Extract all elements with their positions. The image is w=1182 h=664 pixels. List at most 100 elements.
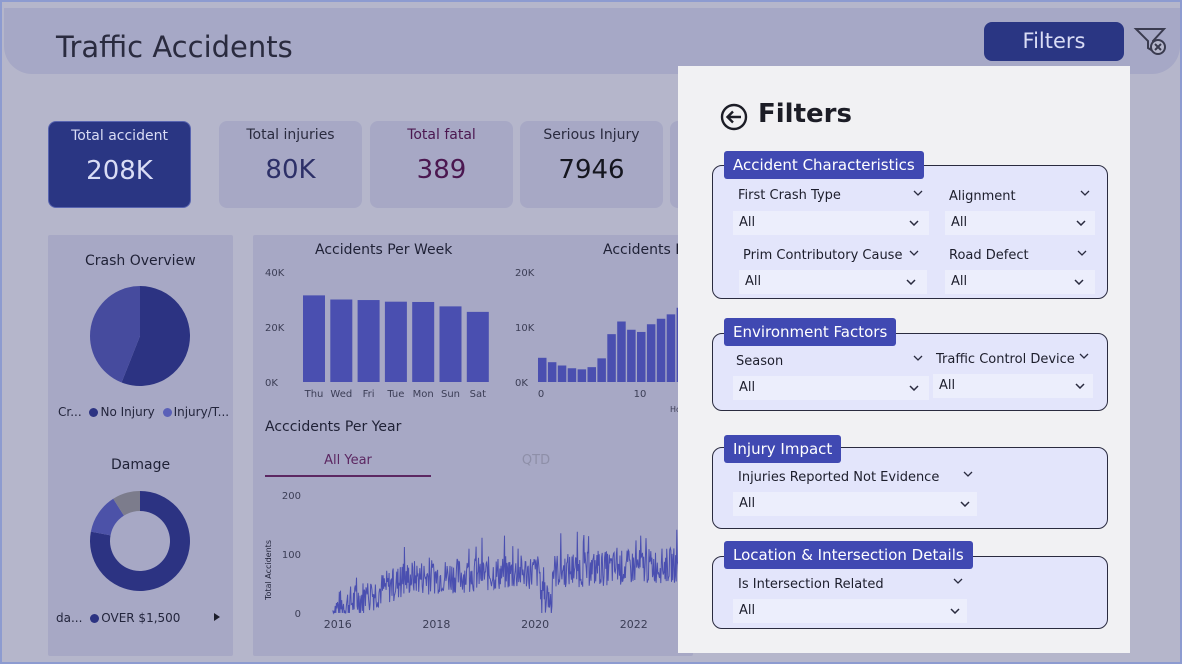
bar <box>384 301 407 382</box>
x-tick-label: 10 <box>634 389 647 400</box>
kpi-value: 80K <box>265 155 316 185</box>
y-tick-label: 0K <box>265 378 278 389</box>
bar <box>656 318 666 382</box>
y-axis-label: Total Accidents <box>264 540 273 601</box>
kpi-value: 208K <box>86 156 153 186</box>
x-tick-label: 2018 <box>422 618 450 631</box>
group-title-environment-factors: Environment Factors <box>724 318 897 346</box>
chevron-down-icon[interactable] <box>913 190 923 196</box>
accidents-per-year-title: Acccidents Per Year <box>265 419 402 435</box>
slicer-label-road-defect: Road Defect <box>949 248 1029 263</box>
chevron-down-icon[interactable] <box>963 471 973 477</box>
damage-donut[interactable] <box>89 490 191 592</box>
legend-item-injury[interactable]: Injury/T... <box>174 405 230 419</box>
clear-filter-icon[interactable] <box>1133 26 1169 58</box>
chevron-down-icon[interactable] <box>909 385 919 391</box>
crash-overview-pie[interactable] <box>89 285 191 387</box>
chevron-down-icon[interactable] <box>1080 190 1090 196</box>
group-accident-characteristics: First Crash Type All Alignment All Prim … <box>712 165 1108 299</box>
kpi-title: Serious Injury <box>543 127 640 143</box>
chevron-down-icon[interactable] <box>1076 220 1086 226</box>
tab-all-year-label: All Year <box>324 453 372 468</box>
accidents-per-hour-title: Accidents F <box>603 242 684 258</box>
chevron-down-icon[interactable] <box>906 279 916 285</box>
kpi-card-total-fatal[interactable]: Total fatal 389 <box>370 121 513 208</box>
kpi-value: 389 <box>416 155 467 185</box>
legend-item-no-injury[interactable]: No Injury <box>100 405 154 419</box>
filters-button[interactable]: Filters <box>984 22 1124 61</box>
slicer-is-intersection-related[interactable]: All <box>733 599 967 623</box>
legend-prefix: da... <box>56 611 83 625</box>
chevron-down-icon[interactable] <box>1074 279 1084 285</box>
filters-panel-title: Filters <box>758 99 852 129</box>
y-tick-label: 100 <box>282 550 301 561</box>
x-tick-label: Mon <box>413 389 434 400</box>
bar <box>637 331 646 382</box>
bar <box>330 299 353 382</box>
kpi-card-serious-injury[interactable]: Serious Injury 7946 <box>520 121 663 208</box>
bar <box>466 311 489 382</box>
legend-next-icon[interactable] <box>213 612 221 622</box>
y-tick-label: 20K <box>265 323 285 334</box>
slicer-alignment[interactable]: All <box>945 211 1095 235</box>
group-title-injury-impact: Injury Impact <box>724 435 842 463</box>
chevron-down-icon[interactable] <box>960 501 970 507</box>
crash-overview-legend: Cr... No Injury Injury/T... <box>58 405 229 419</box>
legend-prefix: Cr... <box>58 405 82 419</box>
accidents-per-week-title: Accidents Per Week <box>315 242 453 258</box>
y-tick-label: 200 <box>282 491 301 502</box>
bar <box>577 369 587 382</box>
x-tick-label: 2022 <box>620 618 648 631</box>
legend-item-over-1500[interactable]: OVER $1,500 <box>101 611 180 625</box>
left-panel: Crash Overview Cr... No Injury Injury/T.… <box>48 235 233 656</box>
middle-panel: Accidents Per Week Accidents F 0K 20K 40K T… <box>253 235 693 656</box>
slicer-injuries-reported[interactable]: All <box>733 492 977 516</box>
accidents-per-week-chart[interactable]: 0K 20K 40K Thu Wed Fri Tue Mon Sun Sat <box>253 260 498 405</box>
crash-overview-title: Crash Overview <box>85 253 196 269</box>
chevron-down-icon[interactable] <box>909 250 919 256</box>
chevron-down-icon[interactable] <box>1075 383 1085 389</box>
kpi-card-total-injuries[interactable]: Total injuries 80K <box>219 121 362 208</box>
filters-panel: Filters First Crash Type All Alignment A… <box>678 66 1130 653</box>
bar <box>557 365 567 382</box>
chevron-down-icon[interactable] <box>953 578 963 584</box>
accidents-per-hour-chart[interactable]: 0K10K20K0 10Ho <box>503 260 693 420</box>
bar <box>607 334 616 382</box>
bar <box>439 306 462 382</box>
tab-qtd-label: QTD <box>521 453 551 468</box>
y-tick-label: 0K <box>515 378 528 389</box>
series-line <box>332 528 693 615</box>
chevron-down-icon[interactable] <box>1079 353 1089 359</box>
bar <box>646 324 656 382</box>
bar <box>538 357 547 382</box>
x-tick-label: Sun <box>441 389 460 400</box>
chevron-down-icon[interactable] <box>1077 250 1087 256</box>
kpi-card-total-accident[interactable]: Total accident 208K <box>48 121 191 208</box>
back-arrow-icon[interactable] <box>720 103 748 131</box>
slicer-label-alignment: Alignment <box>949 189 1016 204</box>
slicer-prim-contributory-cause[interactable]: All <box>739 270 927 294</box>
kpi-title: Total accident <box>71 128 168 144</box>
bar <box>597 358 606 382</box>
chevron-down-icon[interactable] <box>909 220 919 226</box>
bar <box>547 362 557 382</box>
legend-swatch <box>162 408 172 417</box>
group-title-accident-characteristics: Accident Characteristics <box>724 151 924 179</box>
tab-all-year[interactable]: All Year <box>265 447 431 477</box>
damage-title: Damage <box>111 457 171 473</box>
dashboard-frame: Traffic Accidents Filters Total accident… <box>0 0 1182 664</box>
slicer-season[interactable]: All <box>733 376 929 400</box>
bar <box>627 329 636 382</box>
chevron-down-icon[interactable] <box>950 608 960 614</box>
accidents-per-year-chart[interactable]: 0 100 200 2016 2018 2020 2022 Total Accidents <box>253 485 693 635</box>
slicer-road-defect[interactable]: All <box>945 270 1095 294</box>
x-tick-label: Wed <box>330 389 352 400</box>
chevron-down-icon[interactable] <box>913 355 923 361</box>
slicer-first-crash-type[interactable]: All <box>733 211 929 235</box>
tab-qtd[interactable]: QTD <box>453 447 619 477</box>
kpi-title: Total fatal <box>407 127 476 143</box>
bar <box>412 301 435 382</box>
kpi-value: 7946 <box>558 155 625 185</box>
slicer-label-is-intersection-related: Is Intersection Related <box>738 577 884 592</box>
slicer-traffic-control-device[interactable]: All <box>933 374 1093 398</box>
